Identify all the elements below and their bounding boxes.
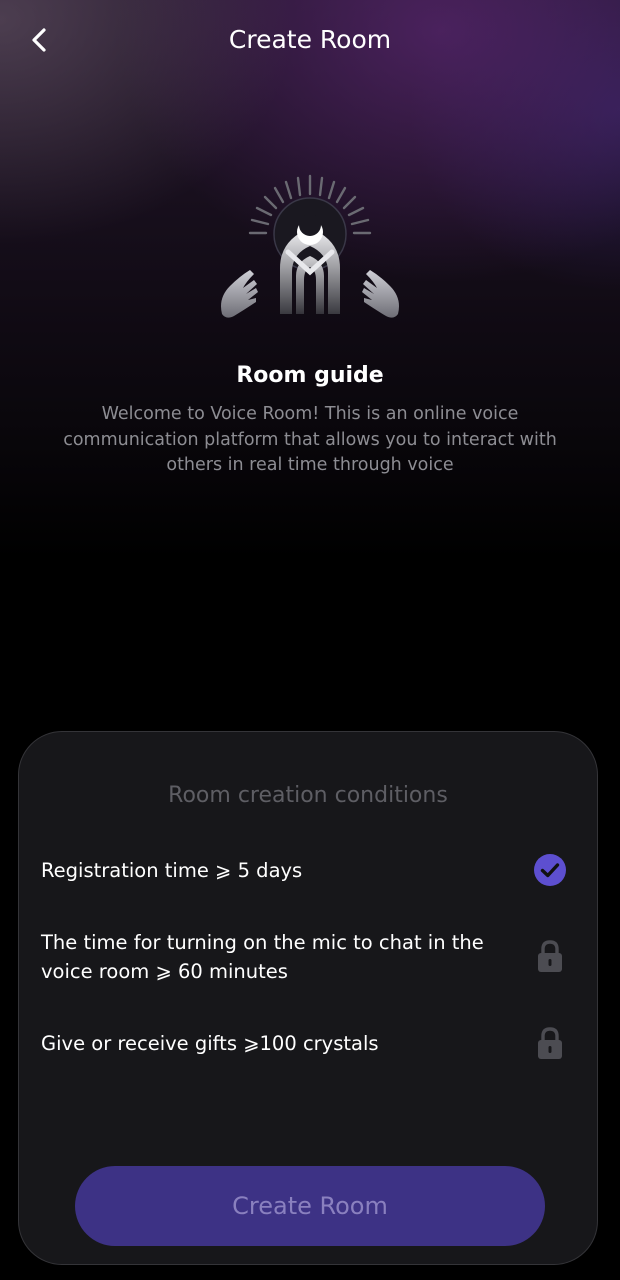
check-circle-icon — [532, 852, 568, 888]
guide-title: Room guide — [236, 363, 384, 388]
guide-description: Welcome to Voice Room! This is an online… — [63, 404, 557, 475]
conditions-title: Room creation conditions — [168, 783, 448, 808]
create-room-screen: Create Room Room guide Welcome to Voice … — [0, 0, 620, 1280]
conditions-card: Room creation conditions Registration ti… — [18, 731, 598, 1265]
condition-gifts: Give or receive gifts ⩾100 crystals — [41, 1032, 379, 1055]
top-bar: Create Room — [0, 0, 620, 80]
condition-mic-time: The time for turning on the mic to chat … — [41, 931, 484, 983]
create-room-button[interactable]: Create Room — [75, 1166, 545, 1246]
lock-icon — [532, 1025, 568, 1061]
condition-registration-time: Registration time ⩾ 5 days — [41, 859, 303, 882]
lock-icon — [532, 938, 568, 974]
page-title: Create Room — [228, 25, 392, 54]
room-guide-emblem-icon — [221, 174, 399, 318]
